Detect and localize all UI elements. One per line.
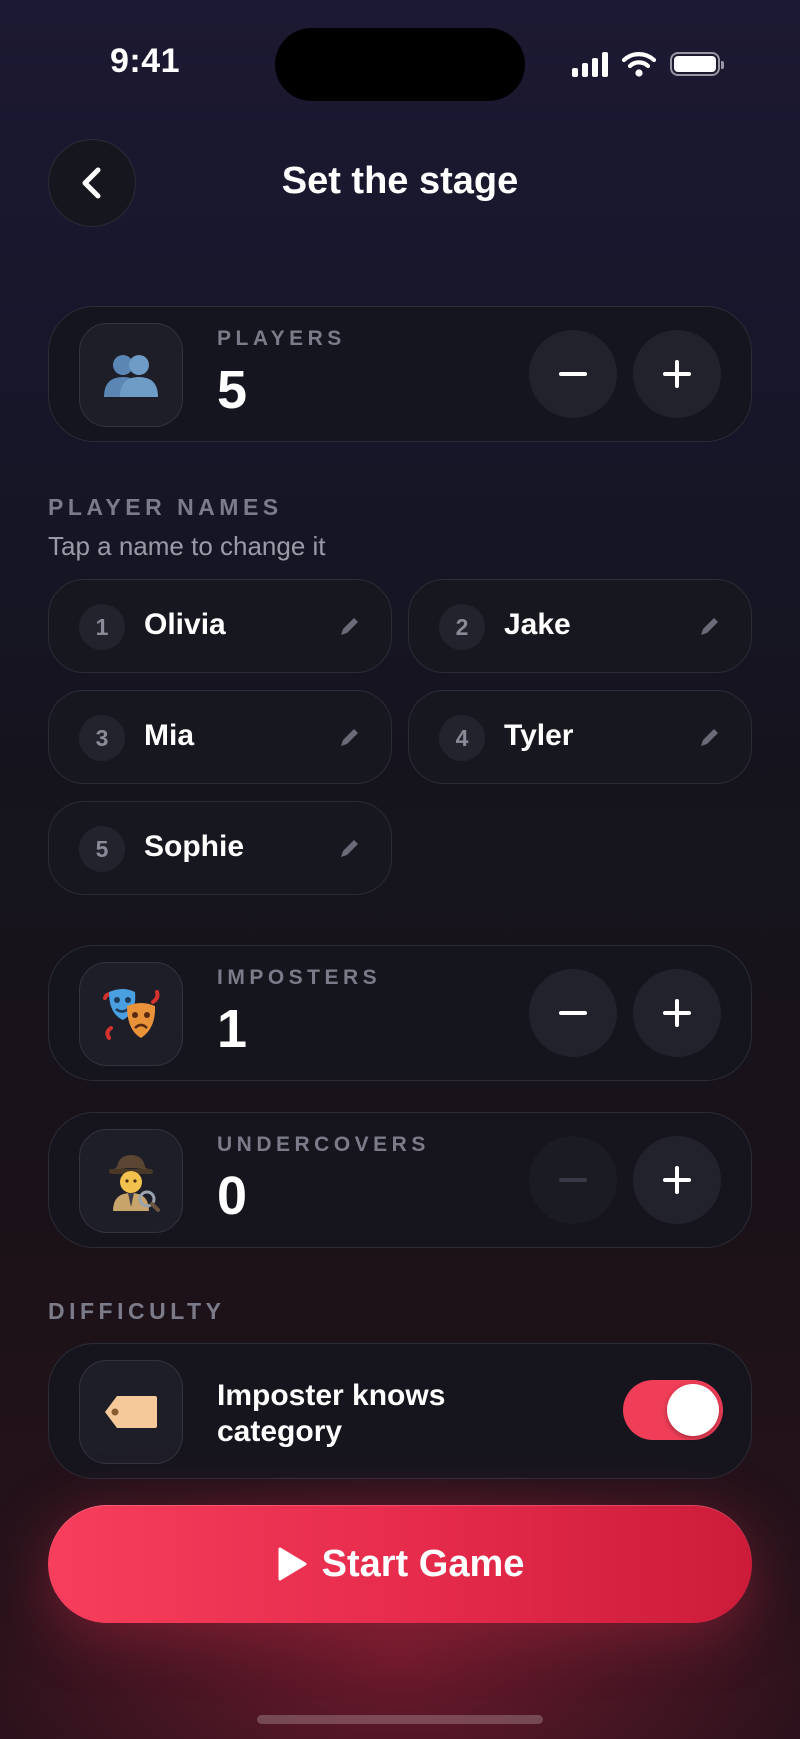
imposters-icon-tile (79, 962, 183, 1066)
pencil-icon (701, 729, 718, 746)
player-name: Mia (144, 719, 195, 752)
player-names-heading: PLAYER NAMES (48, 494, 283, 520)
players-count: 5 (217, 360, 248, 420)
player-name-chip[interactable]: 4 Tyler (408, 690, 752, 784)
minus-icon (559, 1178, 587, 1182)
cellular-signal-icon (572, 51, 608, 77)
imposters-label: IMPOSTERS (217, 966, 382, 989)
player-number-badge: 2 (439, 604, 485, 650)
battery-icon (670, 52, 724, 76)
player-number-badge: 1 (79, 604, 125, 650)
undercovers-count: 0 (217, 1166, 248, 1226)
play-icon (278, 1547, 307, 1581)
start-game-button[interactable]: Start Game (48, 1505, 752, 1623)
undercovers-increment-button[interactable] (633, 1136, 721, 1224)
pencil-icon (341, 840, 358, 857)
imposters-decrement-button[interactable] (529, 969, 617, 1057)
difficulty-option-text: Imposter knows category (217, 1379, 446, 1448)
imposters-increment-button[interactable] (633, 969, 721, 1057)
player-name-chip[interactable]: 3 Mia (48, 690, 392, 784)
player-number-badge: 4 (439, 715, 485, 761)
player-name: Olivia (144, 608, 226, 641)
imposters-count: 1 (217, 999, 248, 1059)
pencil-icon (341, 729, 358, 746)
players-icon-tile (79, 323, 183, 427)
plus-icon (663, 999, 691, 1027)
player-name-chip[interactable]: 5 Sophie (48, 801, 392, 895)
players-label: PLAYERS (217, 327, 346, 350)
player-name-chip[interactable]: 1 Olivia (48, 579, 392, 673)
toggle-knob (667, 1384, 719, 1436)
pencil-icon (701, 618, 718, 635)
player-name: Jake (504, 608, 571, 641)
page-title: Set the stage (281, 160, 519, 202)
undercovers-card: UNDERCOVERS 0 (48, 1112, 752, 1248)
status-icons (572, 48, 724, 80)
undercovers-decrement-button[interactable] (529, 1136, 617, 1224)
player-names-hint: Tap a name to change it (48, 531, 326, 561)
player-name-chip[interactable]: 2 Jake (408, 579, 752, 673)
minus-icon (559, 1011, 587, 1015)
plus-icon (663, 1166, 691, 1194)
dynamic-island (275, 28, 525, 101)
player-number-badge: 3 (79, 715, 125, 761)
performing-arts-masks-icon (103, 989, 160, 1040)
difficulty-icon-tile (79, 1360, 183, 1464)
players-card: PLAYERS 5 (48, 306, 752, 442)
players-decrement-button[interactable] (529, 330, 617, 418)
difficulty-card: Imposter knows category (48, 1343, 752, 1479)
undercovers-icon-tile (79, 1129, 183, 1233)
pencil-icon (341, 618, 358, 635)
undercovers-label: UNDERCOVERS (217, 1133, 430, 1156)
player-number-badge: 5 (79, 826, 125, 872)
difficulty-heading: DIFFICULTY (48, 1298, 226, 1324)
imposter-knows-category-toggle[interactable] (623, 1380, 723, 1440)
start-game-label: Start Game (321, 1542, 525, 1585)
player-name: Tyler (504, 719, 574, 752)
plus-icon (663, 360, 691, 388)
wifi-icon (622, 52, 656, 77)
imposters-card: IMPOSTERS 1 (48, 945, 752, 1081)
players-increment-button[interactable] (633, 330, 721, 418)
detective-icon (109, 1155, 160, 1212)
minus-icon (559, 372, 587, 376)
busts-in-silhouette-icon (104, 355, 158, 397)
home-indicator (257, 1715, 543, 1724)
status-time: 9:41 (110, 42, 181, 80)
label-tag-icon (105, 1396, 157, 1428)
player-name: Sophie (144, 830, 245, 863)
